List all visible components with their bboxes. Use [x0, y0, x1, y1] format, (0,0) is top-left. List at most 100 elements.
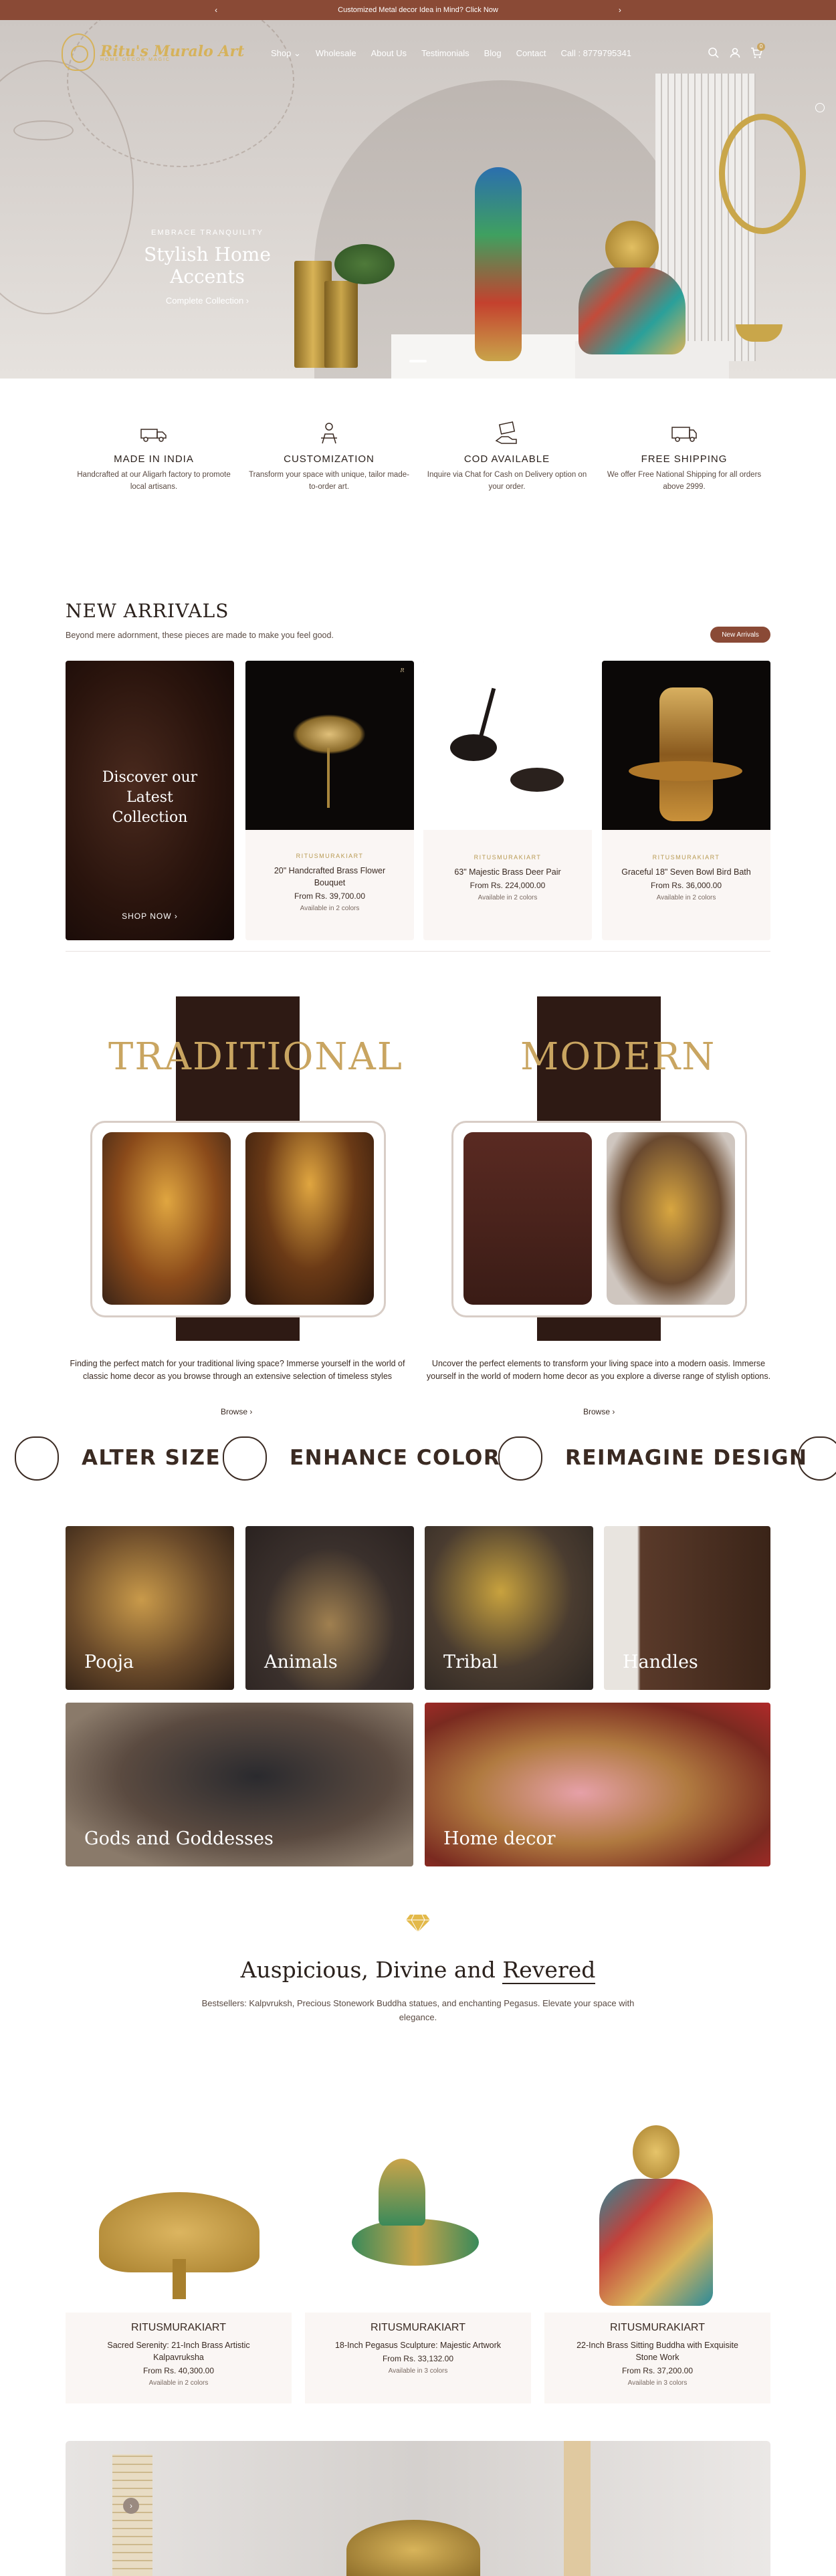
announcement-next-arrow[interactable]: › — [619, 5, 621, 15]
nav-testimonials[interactable]: Testimonials — [421, 48, 469, 59]
nav-wholesale[interactable]: Wholesale — [316, 48, 356, 59]
category-label: Animals — [264, 1652, 338, 1673]
marquee-strip: ALTER SIZE ENHANCE COLOR REIMAGINE DESIG… — [0, 1431, 836, 1485]
bestseller-card[interactable]: RITUSMURAKIART 22-Inch Brass Sitting Bud… — [544, 2085, 770, 2403]
search-icon[interactable] — [708, 47, 720, 59]
modern-browse-link[interactable]: Browse › — [583, 1407, 615, 1416]
ginkgo-image[interactable] — [463, 1132, 592, 1305]
face-emblem-icon — [798, 1436, 836, 1481]
product-availability: Available in 2 colors — [478, 894, 538, 901]
category-label: Handles — [623, 1652, 698, 1673]
deer-neck — [478, 687, 496, 741]
nav-blog[interactable]: Blog — [484, 48, 502, 59]
play-icon[interactable]: › — [123, 2498, 139, 2514]
product-price: From Rs. 224,000.00 — [469, 881, 546, 890]
announcement-prev-arrow[interactable]: ‹ — [215, 5, 217, 15]
shop-now-link[interactable]: SHOP NOW › — [66, 911, 234, 921]
deer-2 — [510, 768, 564, 792]
product-image — [66, 2085, 292, 2313]
modern-desc: Uncover the perfect elements to transfor… — [426, 1359, 771, 1381]
shipping-icon — [671, 427, 697, 442]
promo-card[interactable]: Discover our Latest Collection SHOP NOW … — [66, 661, 234, 940]
brand-logo[interactable]: Ritu's Muralo Art HOME DECOR MAGIC — [62, 33, 244, 71]
announcement-link[interactable]: Customized Metal decor Idea in Mind? Cli… — [338, 6, 498, 14]
modern-heading: MODERN — [520, 1035, 716, 1079]
nav-shop[interactable]: Shop ⌄ — [271, 48, 301, 59]
product-vendor: RITUSMURAKIART — [131, 2322, 226, 2333]
watermark-logo: R — [400, 667, 405, 673]
cash-icon — [495, 421, 517, 444]
category-pooja[interactable]: Pooja — [66, 1526, 234, 1690]
category-label: Tribal — [443, 1652, 498, 1673]
nav-about[interactable]: About Us — [371, 48, 407, 59]
product-info: RITUSMURAKIART Sacred Serenity: 21-Inch … — [66, 2313, 292, 2403]
traditional-heading: TRADITIONAL — [108, 1035, 403, 1079]
cart-button[interactable]: 0 — [750, 43, 765, 59]
nav-contact[interactable]: Contact — [516, 48, 546, 59]
product-vendor: RITUSMURAKIART — [474, 854, 542, 861]
diya-image[interactable] — [245, 1132, 374, 1305]
curtain — [564, 2441, 591, 2576]
truck-icon — [140, 429, 167, 442]
feature-desc: Transform your space with unique, tailor… — [249, 471, 409, 491]
category-label: Pooja — [84, 1652, 134, 1673]
hero-kicker: EMBRACE TRANQUILITY — [151, 229, 264, 237]
logo-emblem-icon — [62, 33, 95, 71]
account-icon[interactable] — [729, 47, 741, 59]
bestseller-card[interactable]: RITUSMURAKIART 18-Inch Pegasus Sculpture… — [305, 2085, 531, 2403]
diamond-icon — [406, 1914, 430, 1933]
stem — [327, 748, 330, 808]
hero-caption: EMBRACE TRANQUILITY Stylish Home Accents… — [107, 229, 308, 306]
bestseller-card[interactable]: RITUSMURAKIART Sacred Serenity: 21-Inch … — [66, 2085, 292, 2403]
header-icons: 0 — [708, 43, 765, 59]
marquee-item: ENHANCE COLOR — [290, 1446, 501, 1470]
category-tribal[interactable]: Tribal — [425, 1526, 593, 1690]
category-handles[interactable]: Handles — [604, 1526, 770, 1690]
category-label: Home decor — [443, 1828, 556, 1849]
face-sculpture-image[interactable] — [607, 1132, 735, 1305]
category-animals[interactable]: Animals — [245, 1526, 414, 1690]
product-price: From Rs. 37,200.00 — [621, 2366, 694, 2375]
product-image — [305, 2085, 531, 2313]
feature-title: FREE SHIPPING — [641, 453, 728, 465]
product-price: From Rs. 40,300.00 — [142, 2366, 215, 2375]
vase-short — [324, 281, 358, 368]
product-availability: Available in 3 colors — [627, 2379, 688, 2387]
product-vendor: RITUSMURAKIART — [610, 2322, 705, 2333]
product-card[interactable]: RITUSMURAKIART Graceful 18" Seven Bowl B… — [602, 661, 770, 940]
slide-indicator[interactable] — [409, 360, 427, 362]
product-image — [544, 2085, 770, 2313]
category-gods-goddesses[interactable]: Gods and Goddesses — [66, 1703, 413, 1866]
product-availability: Available in 3 colors — [388, 2367, 448, 2375]
new-arrivals-button[interactable]: New Arrivals — [710, 627, 770, 643]
feature-desc: Handcrafted at our Aligarh factory to pr… — [77, 471, 231, 491]
traditional-browse-link[interactable]: Browse › — [221, 1407, 252, 1416]
promo-line: Latest — [126, 789, 173, 806]
product-info: RITUSMURAKIART 18-Inch Pegasus Sculpture… — [305, 2313, 531, 2403]
hero-collection-link[interactable]: Complete Collection › — [107, 296, 308, 306]
product-availability: Available in 2 colors — [300, 905, 360, 912]
screen-panel — [112, 2454, 152, 2576]
category-home-decor[interactable]: Home decor — [425, 1703, 770, 1866]
nav-call[interactable]: Call : 8779795341 — [560, 48, 631, 59]
new-arrivals-subtitle: Beyond mere adornment, these pieces are … — [66, 631, 334, 640]
bowl-tier — [629, 761, 742, 781]
face-emblem-icon — [498, 1436, 542, 1481]
slide-pause-icon[interactable] — [815, 103, 825, 112]
product-name: Graceful 18" Seven Bowl Bird Bath — [621, 867, 751, 877]
product-card[interactable]: RITUSMURAKIART 63" Majestic Brass Deer P… — [423, 661, 592, 940]
feature-desc: We offer Free National Shipping for all … — [607, 471, 762, 491]
buddha-body — [599, 2179, 713, 2306]
product-price: From Rs. 39,700.00 — [294, 891, 366, 901]
artisan-icon — [321, 423, 337, 444]
feature-cod: COD AVAILABLE Inquire via Chat for Cash … — [423, 421, 591, 493]
ganesha-image[interactable] — [102, 1132, 231, 1305]
product-card[interactable]: R RITUSMURAKIART 20" Handcrafted Brass F… — [245, 661, 414, 940]
marquee-item: REIMAGINE DESIGN — [565, 1446, 808, 1470]
bestsellers-title-part: Auspicious, Divine and — [240, 1957, 503, 1983]
product-name: 20" Handcrafted Brass Flower Bouquet — [274, 866, 386, 887]
promo-heading: Discover our Latest Collection — [66, 768, 234, 828]
product-price: From Rs. 33,132.00 — [382, 2354, 454, 2363]
hero-ring-sculpture — [719, 114, 806, 234]
product-vendor: RITUSMURAKIART — [652, 854, 720, 861]
